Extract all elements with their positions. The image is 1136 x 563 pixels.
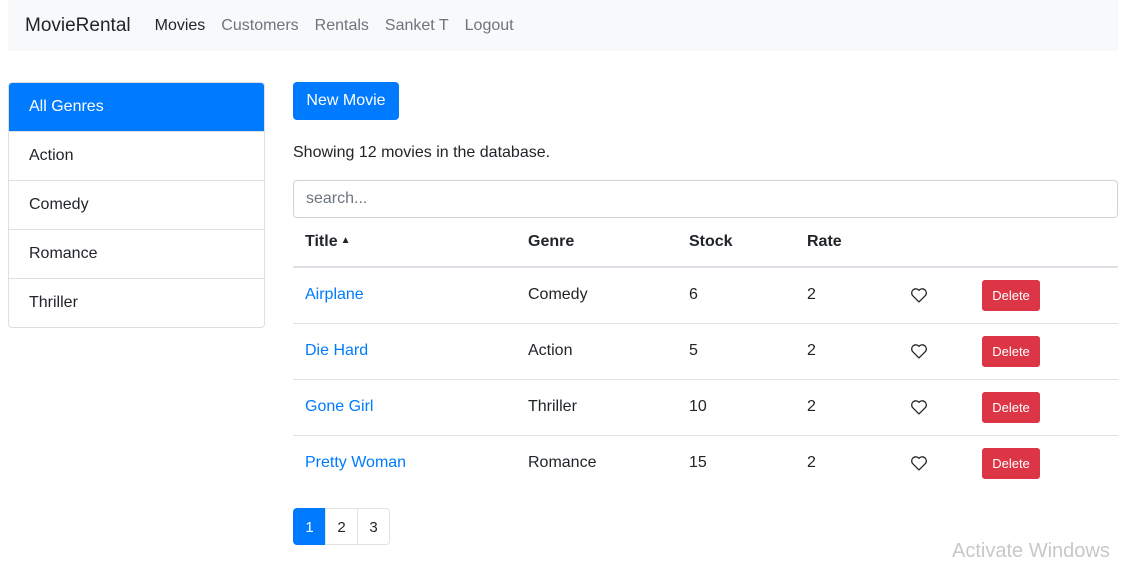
table-row: Gone Girl Thriller 10 2 Delete: [293, 378, 1118, 435]
column-header-title-label: Title: [305, 233, 338, 250]
cell-rate: 2: [795, 434, 898, 491]
pagination: 1 2 3: [293, 508, 390, 545]
page-button-2[interactable]: 2: [325, 508, 358, 545]
page-button-1[interactable]: 1: [293, 508, 326, 545]
heart-icon[interactable]: [910, 455, 928, 471]
movie-title-link[interactable]: Die Hard: [305, 342, 368, 359]
sort-asc-icon: ▲: [340, 235, 351, 246]
brand-logo[interactable]: MovieRental: [25, 15, 131, 37]
delete-button[interactable]: Delete: [982, 279, 1040, 311]
cell-stock: 6: [689, 286, 698, 304]
column-header-genre[interactable]: Genre: [516, 218, 677, 268]
genre-item-romance[interactable]: Romance: [9, 229, 264, 278]
genre-item-action[interactable]: Action: [9, 131, 264, 180]
nav-movies[interactable]: Movies: [155, 17, 206, 35]
genre-list: All Genres Action Comedy Romance Thrille…: [8, 82, 265, 328]
navbar: MovieRental Movies Customers Rentals San…: [8, 0, 1118, 51]
delete-button[interactable]: Delete: [982, 391, 1040, 423]
movie-title-link[interactable]: Pretty Woman: [305, 454, 406, 471]
cell-actions: Delete: [970, 322, 1118, 379]
cell-like: [898, 322, 970, 379]
table-row: Pretty Woman Romance 15 2 Delete: [293, 434, 1118, 491]
nav-logout[interactable]: Logout: [465, 17, 514, 35]
cell-rate: 2: [795, 378, 898, 435]
cell-title: Pretty Woman: [293, 434, 516, 491]
movie-count-text: Showing 12 movies in the database.: [293, 144, 551, 161]
cell-title: Airplane: [293, 267, 516, 323]
cell-actions: Delete: [970, 267, 1118, 323]
column-header-stock[interactable]: Stock: [677, 218, 795, 268]
cell-genre: Romance: [516, 434, 677, 491]
column-header-rate[interactable]: Rate: [795, 218, 898, 268]
cell-like: [898, 378, 970, 435]
cell-title: Gone Girl: [293, 378, 516, 435]
cell-title: Die Hard: [293, 322, 516, 379]
genre-item-comedy[interactable]: Comedy: [9, 180, 264, 229]
movies-table: Title ▲ Genre Stock Rate Airplane Comedy …: [293, 218, 1118, 491]
column-header-like: [898, 218, 970, 268]
table-row: Die Hard Action 5 2 Delete: [293, 322, 1118, 379]
table-row: Airplane Comedy 6 2 Delete: [293, 267, 1118, 323]
cell-actions: Delete: [970, 434, 1118, 491]
cell-stock: 15: [677, 434, 795, 491]
genre-item-all[interactable]: All Genres: [9, 83, 264, 131]
heart-icon[interactable]: [910, 343, 928, 359]
nav-rentals[interactable]: Rentals: [315, 17, 369, 35]
nav-customers[interactable]: Customers: [221, 17, 298, 35]
heart-icon[interactable]: [910, 287, 928, 303]
movie-title-link[interactable]: Airplane: [305, 286, 364, 303]
cell-stock: 10: [677, 378, 795, 435]
page-button-3[interactable]: 3: [357, 508, 390, 545]
new-movie-button[interactable]: New Movie: [293, 82, 399, 120]
cell-like: [898, 267, 970, 323]
column-header-actions: [970, 218, 1118, 268]
cell-genre: Action: [516, 322, 677, 379]
heart-icon[interactable]: [910, 399, 928, 415]
genre-item-thriller[interactable]: Thriller: [9, 278, 264, 327]
cell-like: [898, 434, 970, 491]
cell-stock: 5: [677, 322, 795, 379]
cell-genre: Thriller: [516, 378, 677, 435]
cell-rate: 2: [807, 286, 816, 304]
cell-actions: Delete: [970, 378, 1118, 435]
nav-user-profile[interactable]: Sanket T: [385, 17, 449, 35]
search-input[interactable]: [293, 180, 1118, 218]
column-header-title[interactable]: Title ▲: [293, 218, 516, 268]
cell-genre: Comedy: [528, 286, 588, 304]
table-header-row: Title ▲ Genre Stock Rate: [293, 218, 1118, 268]
activate-windows-watermark: Activate Windows: [952, 540, 1110, 562]
delete-button[interactable]: Delete: [982, 447, 1040, 479]
delete-button[interactable]: Delete: [982, 335, 1040, 367]
cell-rate: 2: [795, 322, 898, 379]
movie-title-link[interactable]: Gone Girl: [305, 398, 373, 415]
